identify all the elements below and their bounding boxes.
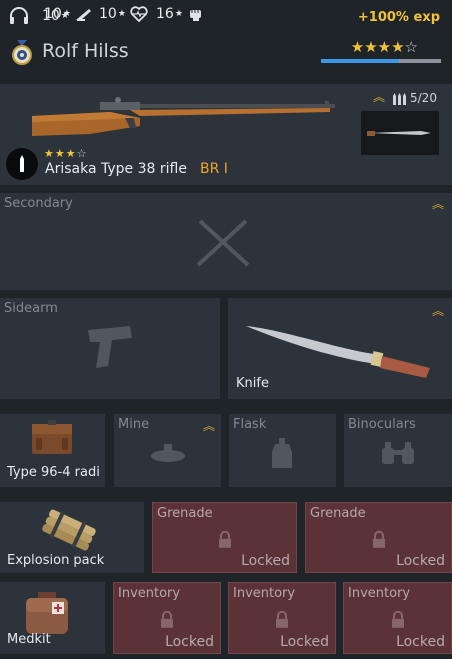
bullet-icon [20, 155, 24, 172]
crossed-rifles-icon [196, 219, 250, 267]
stat-weapon: 10 ★ [44, 6, 93, 22]
rating-star-icon: ★ [391, 38, 405, 56]
lock-icon [161, 610, 173, 628]
stat-strength: 16 ★ [156, 6, 205, 22]
fist-icon [189, 10, 201, 21]
weapon-name: Arisaka Type 38 rifle [45, 161, 187, 177]
locked-status: Locked [280, 634, 329, 650]
radio-name: Type 96-4 radio [7, 465, 99, 480]
rating-star-icon: ☆ [404, 38, 418, 56]
rating-progress-fill [321, 59, 399, 63]
sidearm-label: Sidearm [4, 301, 58, 316]
locked-status: Locked [241, 553, 290, 569]
inventory-slot-2[interactable]: Inventory Locked [228, 582, 336, 654]
inventory-slot-1[interactable]: Inventory Locked [113, 582, 221, 654]
soldier-header: 10 ★ 10 ★ 10 ★ 16 ★ +100% exp Rolf Hilss ★★★… [0, 0, 452, 80]
heartbeat-icon [130, 6, 148, 22]
weapon-star-icon: ★ [65, 147, 77, 160]
binoculars-label: Binoculars [348, 417, 416, 432]
rating-star-icon: ★ [350, 38, 365, 56]
explosive-name: Explosion pack [7, 553, 105, 568]
exp-bonus: +100% exp [357, 10, 440, 25]
locked-status: Locked [396, 553, 445, 569]
mine-label: Mine [118, 417, 150, 432]
soldier-name[interactable]: Rolf Hilss [42, 40, 129, 62]
inventory-label: Inventory [233, 586, 296, 601]
weapon-star-icon: ★ [54, 147, 66, 160]
medkit-name: Medkit [7, 632, 51, 647]
radio-image [32, 420, 72, 454]
explosion-pack-image [42, 509, 96, 551]
grenade-slot-2[interactable]: Grenade Locked [305, 502, 452, 573]
flask-slot[interactable]: Flask [229, 414, 336, 487]
rifle-skill-icon [75, 9, 91, 21]
stat-stamina-value: 10 [99, 6, 117, 22]
rating-stars: ★★★★☆ [351, 38, 418, 56]
ammo-count: 5/20 [410, 91, 437, 105]
knife-image [246, 326, 430, 378]
explosive-slot[interactable]: Explosion pack [0, 502, 144, 573]
inventory-slot-3[interactable]: Inventory Locked [343, 582, 452, 654]
locked-status: Locked [396, 634, 445, 650]
melee-name: Knife [236, 376, 269, 391]
rating-star-icon: ★ [377, 38, 392, 56]
radio-slot[interactable]: Type 96-4 radio [0, 414, 105, 487]
stat-weapon-value: 10 [44, 6, 62, 22]
grenade-label: Grenade [157, 506, 213, 521]
ammo-type-badge [6, 148, 38, 180]
weapon-star-icon: ★ [44, 147, 55, 160]
binoculars-slot[interactable]: Binoculars [344, 414, 452, 487]
upgrade-chevron-icon: ︽ [202, 419, 215, 433]
lock-icon [276, 610, 288, 628]
upgrade-chevron-icon: ︽ [373, 90, 386, 104]
binoculars-icon [382, 442, 414, 464]
rating-star-icon: ★ [364, 38, 378, 56]
grenade-slot-1[interactable]: Grenade Locked [152, 502, 297, 573]
landmine-icon [151, 444, 185, 462]
bayonet-attachment-slot[interactable] [361, 111, 439, 155]
rifle-image [32, 97, 335, 136]
bayonet-icon [367, 131, 431, 136]
inventory-label: Inventory [348, 586, 411, 601]
flask-icon [272, 438, 292, 468]
melee-slot[interactable]: ︽ Knife [228, 298, 452, 399]
pistol-icon [88, 326, 132, 368]
grenade-label: Grenade [310, 506, 366, 521]
mine-slot[interactable]: Mine ︽ [114, 414, 221, 487]
primary-weapon-slot[interactable]: ︽ 5/20 ★★★☆ Arisaka Type 38 rifle BR I [0, 84, 452, 185]
weapon-star-icon: ☆ [76, 147, 88, 160]
lock-icon [391, 610, 404, 628]
medkit-image [26, 592, 68, 634]
rank-medal-icon [10, 40, 34, 70]
secondary-label: Secondary [4, 196, 73, 211]
secondary-weapon-slot[interactable]: Secondary ︽ [0, 193, 452, 290]
battle-rank: BR I [200, 161, 228, 177]
rating-progress-bar [321, 59, 441, 63]
sidearm-slot[interactable]: Sidearm [0, 298, 220, 399]
stat-stamina: 10 ★ [99, 6, 148, 22]
ammo-icon [393, 93, 406, 105]
flask-label: Flask [233, 417, 267, 432]
stat-strength-value: 16 [156, 6, 174, 22]
inventory-label: Inventory [118, 586, 181, 601]
lock-icon [372, 530, 385, 548]
upgrade-chevron-icon: ︽ [431, 304, 444, 318]
medkit-slot[interactable]: Medkit [0, 582, 105, 654]
upgrade-chevron-icon: ︽ [431, 197, 444, 211]
locked-status: Locked [165, 634, 214, 650]
weapon-stars: ★★★☆ [44, 147, 88, 160]
headphones-icon [10, 7, 28, 24]
lock-icon [218, 530, 231, 548]
